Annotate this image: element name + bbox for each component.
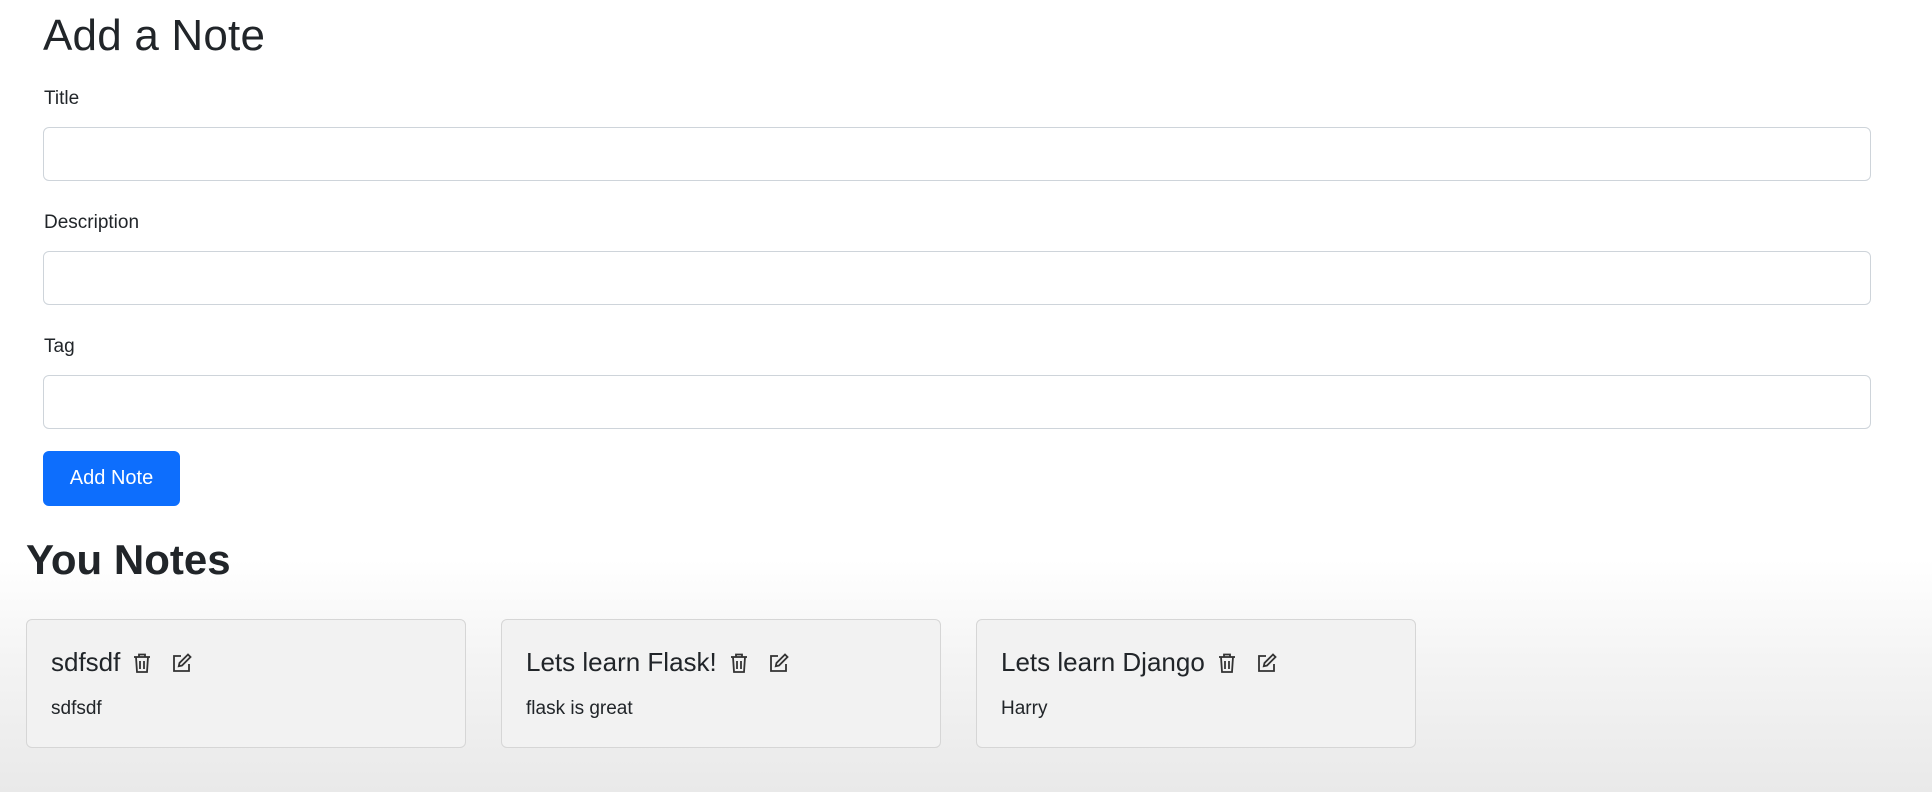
edit-icon[interactable] (170, 651, 194, 675)
note-card: Lets learn Django Harry (976, 619, 1416, 748)
note-title-text: Lets learn Django (1001, 647, 1205, 677)
description-label: Description (44, 212, 140, 233)
title-label: Title (44, 88, 80, 109)
note-description: Harry (1001, 698, 1048, 719)
page-title: Add a Note (43, 11, 266, 60)
tag-label: Tag (44, 336, 75, 357)
note-title: Lets learn Flask! (526, 647, 807, 678)
note-description: sdfsdf (51, 698, 102, 719)
note-title: sdfsdf (51, 647, 210, 678)
trash-icon[interactable] (130, 651, 154, 675)
trash-icon[interactable] (727, 651, 751, 675)
note-title-text: Lets learn Flask! (526, 647, 717, 677)
note-title-text: sdfsdf (51, 647, 121, 677)
edit-icon[interactable] (1255, 651, 1279, 675)
notes-section-title: You Notes (26, 536, 231, 583)
description-input[interactable] (43, 251, 1871, 305)
edit-icon[interactable] (767, 651, 791, 675)
tag-input[interactable] (43, 375, 1871, 429)
note-title: Lets learn Django (1001, 647, 1295, 678)
add-note-button[interactable]: Add Note (43, 451, 180, 506)
note-description: flask is great (526, 698, 633, 719)
note-card: sdfsdf sdfsdf (26, 619, 466, 748)
trash-icon[interactable] (1215, 651, 1239, 675)
title-input[interactable] (43, 127, 1871, 181)
note-card: Lets learn Flask! flask is great (501, 619, 941, 748)
